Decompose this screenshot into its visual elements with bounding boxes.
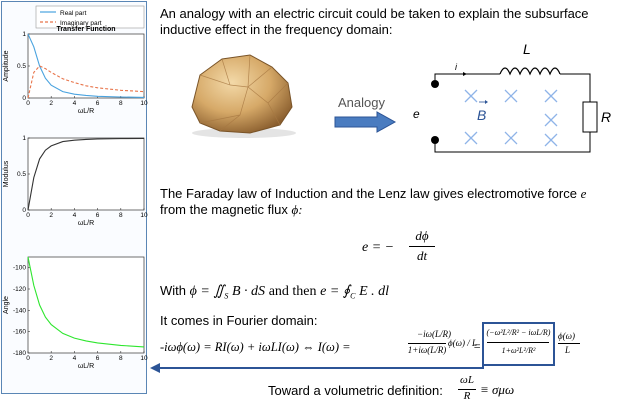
volumetric-den: R (463, 390, 471, 402)
plot-2-xtick-label: 10 (140, 212, 148, 219)
terminal-top (431, 80, 439, 88)
resistor-label: R (601, 109, 611, 125)
emf-equation-den: dt (416, 248, 428, 263)
volumetric-num: ωL (460, 374, 474, 386)
e-body: E . dl (359, 284, 390, 299)
phi-body: B · dS (232, 284, 266, 299)
plot-3-ylabel: Angle (3, 296, 10, 314)
plot-1-xtick-label: 6 (96, 100, 100, 107)
plot-2-ytick-label: 1 (22, 135, 26, 142)
volumetric-text: Toward a volumetric definition: (268, 383, 443, 398)
plot-1-ytick-label: 0.5 (17, 63, 26, 70)
plot-2-xtick-label: 8 (119, 212, 123, 219)
e-sub: C (350, 291, 356, 301)
frac2-tail-num: ϕ(ω) (558, 331, 576, 341)
legend-real-label: Real part (60, 10, 87, 17)
plot-3-xtick-label: 4 (73, 355, 77, 362)
intro-line-2: inductive effect in the frequency domain… (160, 22, 393, 37)
faraday-line-1: The Faraday law of Induction and the Len… (160, 186, 586, 202)
plot-1-ylabel: Amplitude (3, 50, 10, 81)
plot-2-xtick-label: 2 (49, 212, 53, 219)
plot-area: Transfer Function0 2 4 6 8 1010.50ωL/RAmplitu… (3, 26, 148, 370)
plot-3-ytick-label: -180 (13, 350, 26, 357)
plot-1-xtick-label: 2 (49, 100, 53, 107)
analogy-arrow (334, 111, 397, 133)
plot-3-xtick-label: 0 (26, 355, 30, 362)
plot-3-xtick-label: 10 (140, 355, 148, 362)
and-then: and then (268, 284, 317, 299)
wire-top-right (560, 73, 591, 102)
plot-3-ytick-label: -120 (13, 286, 26, 293)
emf-equation-lhs: e = − (362, 240, 395, 255)
emf-fraction-bar (409, 246, 435, 247)
frac2-tail-den: L (565, 345, 571, 355)
plot-1-xtick-label: 10 (140, 100, 148, 107)
plot-3-ytick-label: -100 (13, 265, 26, 272)
faraday-line-1-text: The Faraday law of Induction and the Len… (160, 186, 577, 201)
frac1-bar (408, 343, 446, 344)
frac2-tail-bar (558, 343, 580, 344)
rock-image (191, 54, 296, 138)
frac1-den: 1+iω(L/R) (407, 345, 447, 355)
plots-svg: Real part Imaginary part Transfer Functi… (3, 5, 148, 370)
slide: Real part Imaginary part Transfer Functi… (0, 0, 630, 411)
plot-1-xtick-label: 8 (119, 100, 123, 107)
plot-3-xtick-label: 2 (49, 355, 53, 362)
frac2-den: 1+ω²L²/R² (501, 346, 536, 355)
frac2-num: (−ω²L²/R² − iωL/R) (486, 328, 551, 337)
plot-1-xtick-label: 4 (73, 100, 77, 107)
volumetric-rhs: ≡ σμω (480, 382, 515, 397)
legend: Real part Imaginary part (35, 5, 145, 29)
plot-3-xtick-label: 8 (119, 355, 123, 362)
plot-2-ytick-label: 0 (22, 207, 26, 214)
terminal-bottom (431, 136, 439, 144)
faraday-line-1-var: e (580, 186, 587, 201)
emf-equation-num: dϕ (415, 228, 429, 243)
plot-2-xlabel: ωL/R (78, 220, 94, 227)
plot-1-ytick-label: 0 (22, 95, 26, 102)
circuit-diagram: L R e i B (413, 41, 611, 153)
faraday-line-2-var: ϕ: (291, 202, 303, 217)
phi-def: ϕ = ∬ (189, 284, 225, 299)
wire-bottom (434, 132, 591, 153)
plot-3-ytick-label: -160 (13, 329, 26, 336)
plot-3-xlabel: ωL/R (78, 363, 94, 370)
wire-top-left (434, 73, 500, 80)
emf-label: e (413, 107, 420, 121)
analogy-label: Analogy (338, 95, 385, 110)
plot-1-xlabel: ωL/R (78, 108, 94, 115)
plot-2-xtick-label: 0 (26, 212, 30, 219)
plot-2-xtick-label: 6 (96, 212, 100, 219)
b-field-label: B (477, 107, 486, 123)
resistor (582, 101, 598, 133)
equals-sign: = (473, 339, 482, 353)
inductor-coil (499, 67, 561, 76)
plot-1-xtick-label: 0 (26, 100, 30, 107)
back-arrow (150, 362, 484, 373)
plot-2-xtick-label: 4 (73, 212, 77, 219)
plot-2-ylabel: Modulus (3, 160, 10, 187)
faraday-line-2-text: from the magnetic flux (160, 202, 288, 217)
frac2-bar (487, 342, 549, 343)
inductor-label: L (523, 41, 531, 57)
intro-line-1: An analogy with an electric circuit coul… (160, 6, 589, 21)
plot-2-ytick-label: 0.5 (17, 171, 26, 178)
plot-1-frame (27, 33, 145, 99)
plot-3-frame (27, 256, 145, 354)
e-def: e = ∮ (320, 284, 351, 299)
current-label: i (455, 62, 458, 72)
plot-3-xtick-label: 6 (96, 355, 100, 362)
phi-sub: S (224, 291, 229, 301)
plot-3-ytick-label: -140 (13, 307, 26, 314)
faraday-line-2: from the magnetic flux ϕ: (160, 202, 303, 218)
plot-2-frame (27, 137, 145, 211)
plot-1-title: Transfer Function (56, 26, 115, 33)
plot-1-ytick-label: 1 (22, 31, 26, 38)
fourier-intro: It comes in Fourier domain: (160, 313, 318, 328)
fourier-lhs: -iωϕ(ω) = RI(ω) + iωLI(ω) ⇔ I(ω) = (160, 340, 351, 354)
with-line: With ϕ = ∬S B · dS and then e = ∮C E . d… (160, 283, 389, 301)
with-word: With (160, 283, 186, 298)
